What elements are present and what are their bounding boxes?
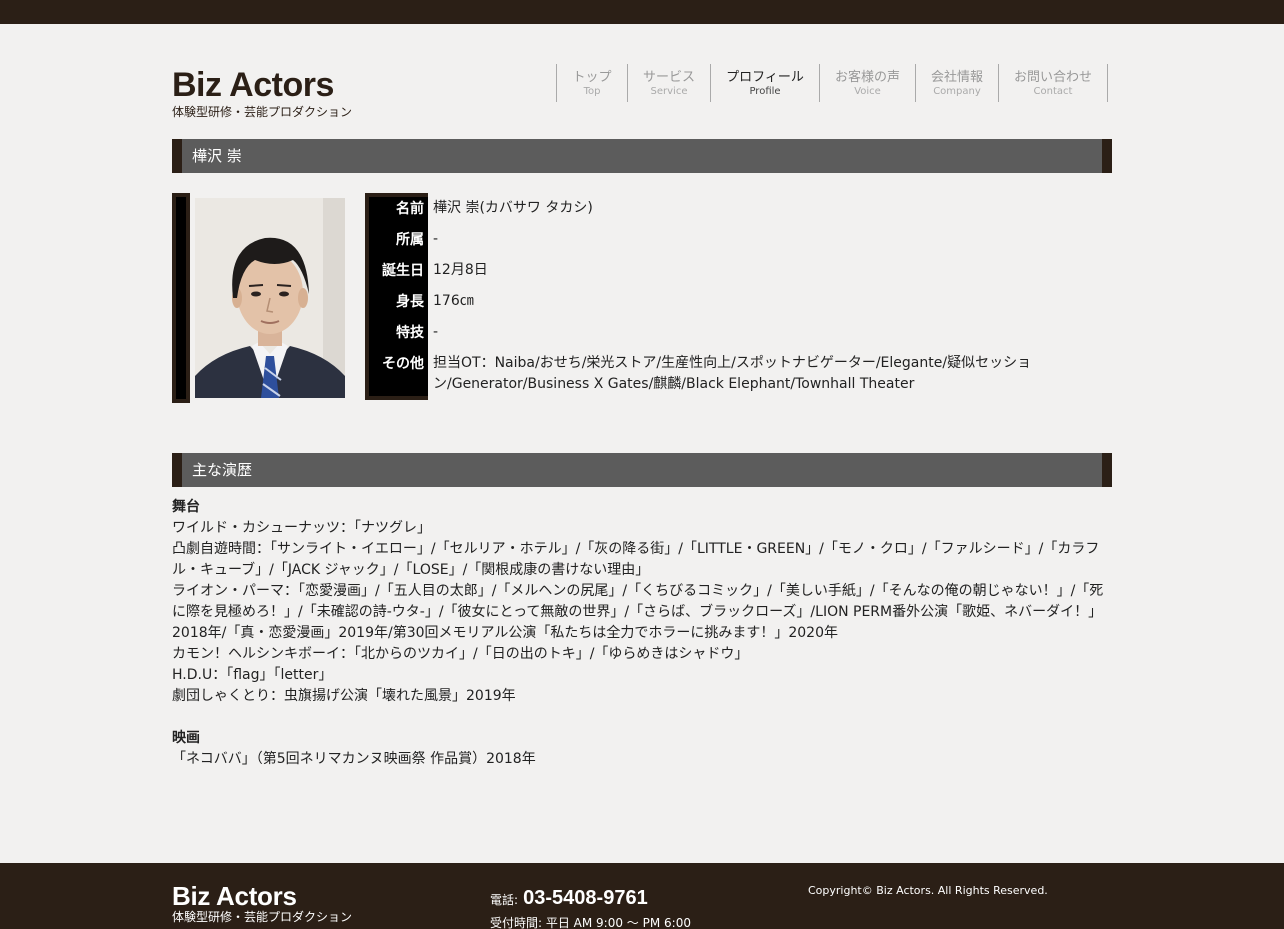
film-heading: 映画 xyxy=(172,730,200,746)
nav-sublabel: Voice xyxy=(854,85,881,97)
career-section-title: 主な演歴 xyxy=(192,461,253,479)
brand-title: Biz Actors xyxy=(172,66,334,104)
nav-sublabel: Company xyxy=(933,85,981,97)
phone-number[interactable]: 03-5408-9761 xyxy=(523,887,648,909)
profile-value-height: 176㎝ xyxy=(433,293,474,309)
nav-item-top[interactable]: トップ Top xyxy=(556,64,627,102)
nav-item-service[interactable]: サービス Service xyxy=(627,64,710,102)
nav-sublabel: Contact xyxy=(1033,85,1073,97)
stage-item: ライオン・パーマ：「恋愛漫画」/「五人目の太郎」/「メルヘンの尻尾」/「くちびる… xyxy=(172,583,1104,641)
nav-sublabel: Service xyxy=(650,85,688,97)
profile-label-name: 名前 xyxy=(396,201,424,217)
nav-item-contact[interactable]: お問い合わせ Contact xyxy=(998,64,1108,102)
stage-item: ワイルド・カシューナッツ：「ナツグレ」 xyxy=(172,520,431,536)
nav-label: トップ xyxy=(572,69,612,85)
site-footer: Biz Actors 体験型研修・芸能プロダクション 電話: 03-5408-9… xyxy=(0,863,1284,929)
profile-photo xyxy=(195,198,345,398)
top-bar xyxy=(0,0,1284,24)
profile-value-birthday: 12月8日 xyxy=(433,262,488,278)
profile-section-header: 樺沢 崇 xyxy=(172,139,1112,173)
stage-item: カモン！ヘルシンキボーイ：「北からのツカイ」/「日の出のトキ」/「ゆらめきはシャ… xyxy=(172,646,749,662)
career-section-header: 主な演歴 xyxy=(172,453,1112,487)
nav-item-profile[interactable]: プロフィール Profile xyxy=(710,64,819,102)
portrait-image xyxy=(195,198,345,398)
profile-section-title: 樺沢 崇 xyxy=(192,147,242,165)
career-list: 舞台 ワイルド・カシューナッツ：「ナツグレ」 凸劇自遊時間：「サンライト・イエロ… xyxy=(172,497,1112,770)
site-logo[interactable]: Biz Actors 体験型研修・芸能プロダクション xyxy=(172,64,352,119)
profile-label-other: その他 xyxy=(382,356,424,372)
nav-label: お問い合わせ xyxy=(1013,69,1092,85)
stage-item: 劇団しゃくとり：虫旗揚げ公演「壊れた風景」2019年 xyxy=(172,688,516,704)
profile-value-skills: - xyxy=(433,324,439,340)
nav-label: サービス xyxy=(642,69,695,85)
stage-item: 凸劇自遊時間：「サンライト・イエロー」/「セルリア・ホテル」/「灰の降る街」/「… xyxy=(172,541,1100,578)
profile-label-affiliation: 所属 xyxy=(396,232,424,248)
nav-item-voice[interactable]: お客様の声 Voice xyxy=(819,64,915,102)
profile-value-other: 担当OT：Naiba/おせち/栄光ストア/生産性向上/スポットナビゲーター/El… xyxy=(433,355,1032,392)
nav-sublabel: Profile xyxy=(749,85,781,97)
copyright: Copyright© Biz Actors. All Rights Reserv… xyxy=(808,884,1048,897)
main-nav: トップ Top サービス Service プロフィール Profile お客様の… xyxy=(556,64,1108,102)
profile-label-height: 身長 xyxy=(396,294,424,310)
business-hours: 受付時間: 平日 AM 9:00 〜 PM 6:00 xyxy=(490,916,691,929)
phone-label: 電話: xyxy=(490,893,519,907)
footer-logo[interactable]: Biz Actors 体験型研修・芸能プロダクション xyxy=(172,881,352,924)
stage-item: H.D.U：「flag」「letter」 xyxy=(172,667,333,683)
nav-item-company[interactable]: 会社情報 Company xyxy=(915,64,998,102)
footer-phone: 電話: 03-5408-9761 xyxy=(490,887,648,910)
stage-heading: 舞台 xyxy=(172,499,200,515)
profile-label-skills: 特技 xyxy=(396,325,424,341)
nav-label: お客様の声 xyxy=(834,69,900,85)
profile-value-affiliation: - xyxy=(433,231,439,247)
nav-label: 会社情報 xyxy=(930,69,983,85)
footer-brand-title: Biz Actors xyxy=(172,881,297,911)
footer-brand-subtitle: 体験型研修・芸能プロダクション xyxy=(172,910,353,924)
nav-label: プロフィール xyxy=(726,69,804,85)
profile-label-birthday: 誕生日 xyxy=(382,263,424,279)
profile-value-name: 樺沢 崇(カバサワ タカシ) xyxy=(433,200,593,216)
photo-frame-bar xyxy=(172,193,190,403)
brand-subtitle: 体験型研修・芸能プロダクション xyxy=(172,105,353,119)
nav-sublabel: Top xyxy=(583,85,601,97)
film-item: 「ネコババ」（第5回ネリマカンヌ映画祭 作品賞）2018年 xyxy=(172,751,536,767)
